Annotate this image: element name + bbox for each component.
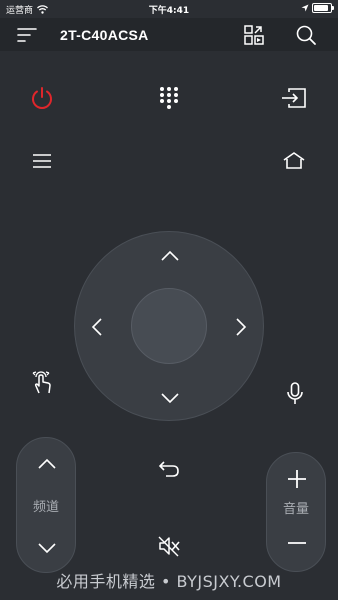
back-icon xyxy=(158,461,179,477)
search-button[interactable] xyxy=(292,22,320,48)
touch-gesture-button[interactable] xyxy=(26,366,58,398)
dpad-up-button[interactable] xyxy=(155,244,185,268)
mute-button[interactable] xyxy=(153,530,185,562)
volume-up-button[interactable] xyxy=(282,465,312,493)
back-button[interactable] xyxy=(153,452,185,484)
home-button[interactable] xyxy=(278,145,310,177)
nav-bar: 2T-C40ACSA xyxy=(0,18,338,51)
menu-list-icon xyxy=(33,154,51,168)
touch-gesture-icon xyxy=(32,371,51,394)
numpad-icon xyxy=(160,87,178,109)
dpad-left-button[interactable] xyxy=(85,312,109,342)
volume-control: 音量 xyxy=(266,452,326,572)
volume-label: 音量 xyxy=(282,502,309,517)
input-source-icon xyxy=(282,88,306,108)
battery-level xyxy=(314,5,329,11)
channel-control: 频道 xyxy=(16,437,76,573)
mute-icon xyxy=(158,536,180,557)
menu-list-button[interactable] xyxy=(26,145,58,177)
power-button[interactable] xyxy=(26,82,58,114)
chevron-down-icon xyxy=(38,543,56,554)
minus-icon xyxy=(288,542,306,544)
microphone-icon xyxy=(287,382,303,404)
plus-icon xyxy=(288,470,306,488)
power-icon xyxy=(32,87,52,109)
channel-down-button[interactable] xyxy=(32,536,62,560)
battery-group xyxy=(301,3,334,13)
home-icon xyxy=(283,152,305,169)
watermark-text: 必用手机精选 • BYJSJXY.COM xyxy=(56,572,282,591)
device-title: 2T-C40ACSA xyxy=(60,27,149,43)
menu-button[interactable] xyxy=(14,24,40,46)
numpad-button[interactable] xyxy=(153,82,185,114)
input-switch-button[interactable] xyxy=(240,22,268,48)
channel-label: 频道 xyxy=(32,500,59,515)
chevron-up-icon xyxy=(161,250,179,261)
input-source-button[interactable] xyxy=(278,82,310,114)
voice-button[interactable] xyxy=(280,378,310,410)
search-icon xyxy=(296,25,316,45)
chevron-left-icon xyxy=(91,318,102,336)
status-time: 下午4:41 xyxy=(148,6,190,16)
dpad xyxy=(74,231,264,421)
chevron-right-icon xyxy=(236,318,247,336)
dpad-ok-button[interactable] xyxy=(131,288,207,364)
dpad-down-button[interactable] xyxy=(155,386,185,410)
dpad-right-button[interactable] xyxy=(229,312,253,342)
location-icon xyxy=(301,4,309,12)
channel-up-button[interactable] xyxy=(32,452,62,476)
volume-down-button[interactable] xyxy=(282,529,312,557)
input-switch-icon xyxy=(244,25,264,45)
menu-icon xyxy=(17,28,37,42)
chevron-up-icon xyxy=(38,458,56,469)
chevron-down-icon xyxy=(161,393,179,404)
battery-icon xyxy=(312,3,334,13)
status-bar: 运营商 下午4:41 xyxy=(0,0,338,18)
